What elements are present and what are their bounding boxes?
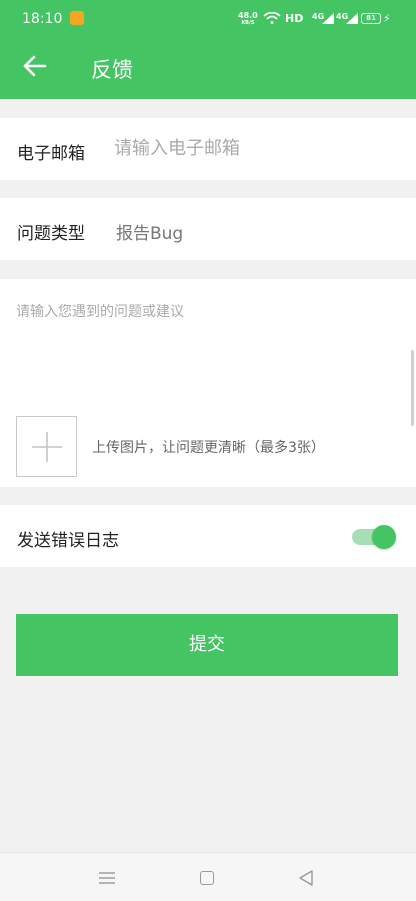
upload-hint: 上传图片，让问题更清晰（最多3张） — [92, 440, 325, 456]
page-title: 反馈 — [91, 58, 133, 82]
send-log-row: 发送错误日志 — [0, 505, 416, 567]
email-row: 电子邮箱 — [0, 118, 416, 180]
email-label: 电子邮箱 — [17, 144, 85, 164]
app-bar: 反馈 — [0, 34, 416, 99]
battery-icon: 81 — [361, 13, 381, 24]
hd-indicator: HD — [285, 12, 304, 25]
signal-icon — [322, 13, 334, 24]
signal-icon — [346, 13, 358, 24]
network-speed: 48.0 KB/S — [238, 11, 258, 27]
problem-type-label: 问题类型 — [17, 224, 85, 244]
email-input[interactable] — [114, 133, 394, 163]
system-nav-bar — [0, 852, 416, 901]
network-speed-value: 48.0 — [238, 11, 258, 20]
home-icon[interactable] — [200, 871, 214, 885]
feedback-section: 上传图片，让问题更清晰（最多3张） — [0, 279, 416, 487]
status-bar: 18:10 48.0 KB/S HD 4G 4G 81 ⚡ — [0, 0, 416, 34]
send-log-label: 发送错误日志 — [17, 531, 119, 551]
submit-button[interactable]: 提交 — [16, 614, 398, 676]
feedback-textarea[interactable] — [16, 301, 400, 391]
charging-icon: ⚡ — [383, 12, 391, 25]
app-notification-icon — [70, 11, 84, 25]
plus-icon — [32, 432, 62, 462]
back-triangle-icon[interactable] — [298, 870, 314, 886]
scrollbar[interactable] — [411, 350, 414, 426]
toggle-knob — [372, 525, 396, 549]
network-speed-unit: KB/S — [241, 20, 255, 26]
wifi-icon — [263, 12, 281, 24]
send-log-toggle[interactable] — [352, 525, 396, 549]
arrow-left-icon[interactable] — [22, 53, 48, 79]
problem-type-value[interactable]: 报告Bug — [116, 219, 183, 244]
problem-type-row[interactable]: 问题类型 报告Bug — [0, 198, 416, 260]
menu-icon[interactable] — [98, 871, 116, 885]
upload-image-button[interactable] — [16, 416, 77, 477]
status-time: 18:10 — [22, 11, 63, 27]
